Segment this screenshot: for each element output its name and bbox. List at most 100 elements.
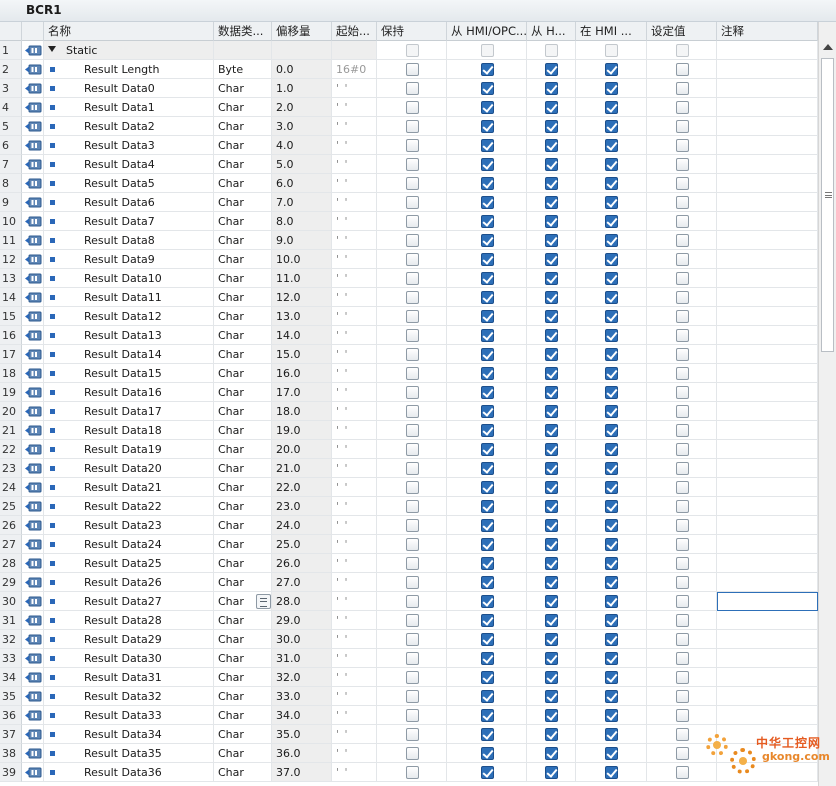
comment-cell[interactable] [717,421,818,440]
hmi-visible-checkbox[interactable] [605,481,618,494]
hmi-writable-checkbox[interactable] [545,291,558,304]
hmi-accessible-checkbox[interactable] [480,234,494,247]
retain-checkbox[interactable] [405,120,419,133]
hmi-writable-checkbox[interactable] [545,139,558,152]
hmi-visible-checkbox[interactable] [605,82,618,95]
name-cell[interactable]: Result Data0 [44,79,214,98]
setpoint-checkbox[interactable] [675,177,689,190]
row-number[interactable]: 14 [0,288,22,307]
retain-checkbox[interactable] [405,158,419,171]
retain-checkbox[interactable] [405,196,419,209]
comment-cell[interactable] [717,60,818,79]
hmi-writable-checkbox[interactable] [545,310,558,323]
row-number[interactable]: 11 [0,231,22,250]
hmi-visible-checkbox[interactable] [605,234,618,247]
comment-cell[interactable] [717,345,818,364]
hmi-accessible-checkbox[interactable] [480,671,494,684]
name-cell[interactable]: Result Data18 [44,421,214,440]
hmi-accessible-checkbox[interactable] [480,747,494,760]
datatype-cell[interactable]: Char [214,421,272,440]
table-row[interactable]: 20 Result Data17 Char 18.0 ' ' [0,402,818,421]
header-start-value[interactable]: 起始... [332,22,377,41]
table-row[interactable]: 38 Result Data35 Char 36.0 ' ' [0,744,818,763]
name-cell[interactable]: Result Data28 [44,611,214,630]
comment-cell[interactable] [717,630,818,649]
setpoint-checkbox[interactable] [675,557,689,570]
retain-checkbox[interactable] [405,101,419,114]
setpoint-checkbox[interactable] [675,595,689,608]
header-datatype[interactable]: 数据类... [214,22,272,41]
comment-cell[interactable] [717,383,818,402]
table-row[interactable]: 27 Result Data24 Char 25.0 ' ' [0,535,818,554]
table-row[interactable]: 19 Result Data16 Char 17.0 ' ' [0,383,818,402]
hmi-visible-checkbox[interactable] [605,500,618,513]
row-number[interactable]: 13 [0,269,22,288]
hmi-writable-checkbox[interactable] [545,595,558,608]
comment-cell[interactable] [717,364,818,383]
datatype-cell[interactable]: Char [214,155,272,174]
comment-cell[interactable] [717,98,818,117]
hmi-accessible-checkbox[interactable] [480,424,494,437]
table-row[interactable]: 29 Result Data26 Char 27.0 ' ' [0,573,818,592]
table-row[interactable]: 37 Result Data34 Char 35.0 ' ' [0,725,818,744]
setpoint-checkbox[interactable] [675,120,689,133]
comment-cell[interactable] [717,326,818,345]
row-number[interactable]: 20 [0,402,22,421]
table-row[interactable]: 16 Result Data13 Char 14.0 ' ' [0,326,818,345]
table-row[interactable]: 13 Result Data10 Char 11.0 ' ' [0,269,818,288]
header-hmi-visible[interactable]: 在 HMI ... [576,22,647,41]
setpoint-checkbox[interactable] [675,310,689,323]
datatype-cell[interactable]: Char [214,497,272,516]
table-row[interactable]: 15 Result Data12 Char 13.0 ' ' [0,307,818,326]
hmi-accessible-checkbox[interactable] [480,310,494,323]
name-cell[interactable]: Result Data20 [44,459,214,478]
row-number[interactable]: 24 [0,478,22,497]
retain-checkbox[interactable] [405,367,419,380]
comment-cell[interactable] [717,288,818,307]
name-cell[interactable]: Result Data7 [44,212,214,231]
setpoint-checkbox[interactable] [675,538,689,551]
row-number[interactable]: 7 [0,155,22,174]
datatype-cell[interactable]: Char [214,117,272,136]
table-row[interactable]: 11 Result Data8 Char 9.0 ' ' [0,231,818,250]
hmi-writable-checkbox[interactable] [545,462,558,475]
datatype-cell[interactable]: Char [214,478,272,497]
name-cell[interactable]: Result Data12 [44,307,214,326]
start-value-cell[interactable]: ' ' [332,402,377,421]
comment-cell[interactable] [717,155,818,174]
row-number[interactable]: 22 [0,440,22,459]
hmi-accessible-checkbox[interactable] [480,519,494,532]
table-row[interactable]: 32 Result Data29 Char 30.0 ' ' [0,630,818,649]
row-number[interactable]: 29 [0,573,22,592]
hmi-accessible-checkbox[interactable] [480,766,494,779]
name-cell[interactable]: Result Data19 [44,440,214,459]
retain-checkbox[interactable] [405,728,419,741]
setpoint-checkbox[interactable] [675,329,689,342]
row-number[interactable]: 23 [0,459,22,478]
retain-checkbox[interactable] [405,576,419,589]
table-row[interactable]: 39 Result Data36 Char 37.0 ' ' [0,763,818,782]
datatype-cell[interactable]: Char [214,744,272,763]
hmi-visible-checkbox[interactable] [605,310,618,323]
row-number[interactable]: 39 [0,763,22,782]
hmi-accessible-checkbox[interactable] [480,481,494,494]
row-number[interactable]: 15 [0,307,22,326]
table-row[interactable]: 14 Result Data11 Char 12.0 ' ' [0,288,818,307]
table-row[interactable]: 26 Result Data23 Char 24.0 ' ' [0,516,818,535]
datatype-cell[interactable]: Char [214,706,272,725]
datatype-cell[interactable]: Char [214,402,272,421]
hmi-writable-checkbox[interactable] [545,728,558,741]
retain-checkbox[interactable] [405,633,419,646]
row-number[interactable]: 5 [0,117,22,136]
hmi-accessible-checkbox[interactable] [480,82,494,95]
expand-triangle-icon[interactable] [48,46,56,52]
setpoint-checkbox[interactable] [675,652,689,665]
retain-checkbox[interactable] [405,329,419,342]
start-value-cell[interactable]: ' ' [332,573,377,592]
start-value-cell[interactable]: ' ' [332,668,377,687]
hmi-writable-checkbox[interactable] [545,709,558,722]
scrollbar-thumb[interactable] [821,58,834,352]
datatype-cell[interactable]: Char [214,98,272,117]
setpoint-checkbox[interactable] [675,671,689,684]
datatype-cell[interactable]: Char [214,288,272,307]
